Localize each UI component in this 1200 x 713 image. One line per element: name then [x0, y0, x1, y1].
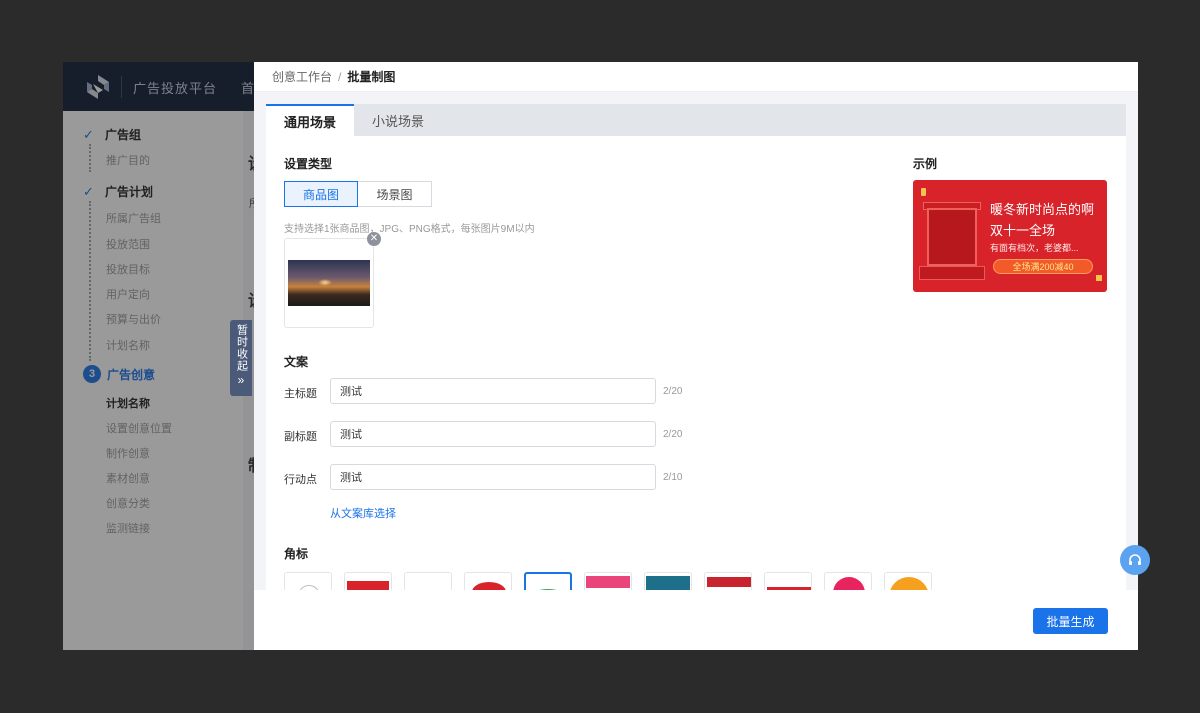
example-promo-pill: 全场满200减40	[993, 259, 1093, 274]
settings-type-title: 设置类型	[284, 157, 333, 171]
subtitle-input[interactable]	[330, 421, 656, 447]
example-preview: 暖冬新时尚点的啊 双十一全场 有面有档次，老婆都... 全场满200减40	[913, 180, 1107, 292]
action-point-counter: 2/10	[663, 472, 683, 483]
upload-hint: 支持选择1张商品图，JPG、PNG格式，每张图片9M以内	[284, 224, 535, 235]
action-point-input[interactable]	[330, 464, 656, 490]
breadcrumb: 创意工作台 / 批量制图	[254, 62, 1138, 92]
breadcrumb-separator: /	[338, 69, 342, 84]
breadcrumb-current: 批量制图	[347, 70, 396, 84]
example-corner-tag	[1096, 275, 1102, 281]
gift-box-body	[927, 208, 977, 266]
action-point-label: 行动点	[284, 474, 317, 486]
lantern-icon	[921, 188, 926, 196]
remove-image-icon[interactable]: ✕	[367, 232, 381, 246]
example-title: 示例	[913, 157, 938, 171]
tab-panel: 设置类型 商品图 场景图 支持选择1张商品图，JPG、PNG格式，每张图片9M以…	[266, 136, 1126, 596]
headset-icon-svg	[1129, 554, 1141, 565]
batch-image-drawer: 创意工作台 / 批量制图 通用场景 小说场景 设置类型 商品图 场景图 支持选择…	[254, 62, 1138, 650]
breadcrumb-root[interactable]: 创意工作台	[272, 68, 332, 85]
batch-generate-button[interactable]: 批量生成	[1033, 608, 1108, 634]
gift-box-base	[919, 266, 985, 280]
copy-section-title: 文案	[284, 355, 309, 369]
scene-tabs: 通用场景 小说场景	[266, 104, 1126, 136]
subtitle-counter: 2/20	[663, 429, 683, 440]
example-headline: 暖冬新时尚点的啊	[990, 202, 1095, 217]
corner-badge-title: 角标	[284, 547, 309, 561]
main-title-label: 主标题	[284, 388, 317, 400]
tab-novel-scene[interactable]: 小说场景	[354, 104, 442, 136]
main-title-counter: 2/20	[663, 386, 683, 397]
example-tagline: 有面有档次，老婆都...	[990, 243, 1079, 253]
uploaded-image-thumbnail[interactable]: ✕	[284, 232, 381, 328]
drawer-body: 通用场景 小说场景 设置类型 商品图 场景图 支持选择1张商品图，JPG、PNG…	[254, 92, 1138, 596]
type-product-image-button[interactable]: 商品图	[284, 181, 358, 207]
type-toggle-group: 商品图 场景图	[284, 181, 432, 207]
headset-icon[interactable]	[1120, 545, 1150, 575]
drawer-footer: 批量生成	[254, 590, 1138, 650]
type-scene-image-button[interactable]: 场景图	[358, 181, 432, 207]
subtitle-label: 副标题	[284, 431, 317, 443]
example-subtitle: 双十一全场	[990, 223, 1056, 238]
copy-library-link[interactable]: 从文案库选择	[330, 505, 396, 521]
main-title-input[interactable]	[330, 378, 656, 404]
collapse-tab-label: 暂时收起	[235, 324, 248, 372]
collapse-drawer-tab[interactable]: 暂时收起 »	[230, 320, 252, 396]
double-chevron-right-icon: »	[237, 373, 245, 387]
sunset-image	[288, 260, 370, 306]
tab-general-scene[interactable]: 通用场景	[266, 104, 355, 136]
